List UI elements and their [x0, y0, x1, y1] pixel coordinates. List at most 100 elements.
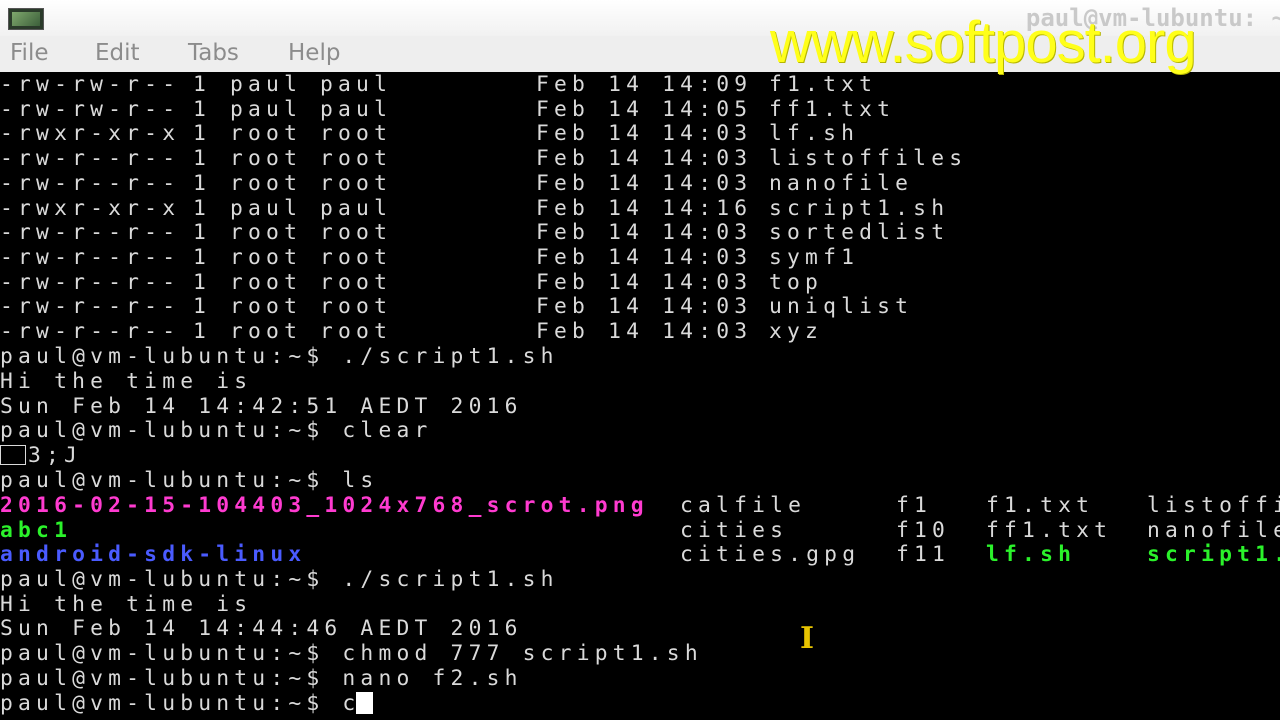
file-owner: root [230, 244, 303, 270]
file-permissions: -rw-r--r-- [0, 220, 181, 246]
current-input: paul@vm-lubuntu:~$ c [0, 691, 361, 716]
output-line: Hi the time is [0, 592, 253, 617]
file-date: Feb 14 14:03 [536, 294, 753, 320]
file-owner: root [230, 170, 303, 196]
file-name: lf.sh [769, 121, 860, 147]
ibeam-cursor-icon: I [800, 621, 815, 656]
file-date: Feb 14 14:03 [536, 121, 753, 147]
file-links: 1 [193, 170, 212, 196]
ls-entry: 2016-02-15-104403_1024x768_scrot.png [0, 493, 649, 518]
file-permissions: -rwxr-xr-x [0, 195, 181, 221]
ls-entry: cities [680, 518, 789, 543]
file-links: 1 [193, 72, 212, 97]
terminal-output[interactable]: -rw-rw-r--1paulpaul0Feb 14 14:09f1.txt-r… [0, 72, 1280, 720]
escape-residue-text: 3;J [28, 443, 83, 468]
file-group: paul [320, 72, 393, 97]
ls-entry: ff1.txt [986, 518, 1113, 543]
control-char-box-icon [0, 445, 26, 465]
menu-tabs[interactable]: Tabs [188, 40, 239, 66]
file-group: paul [320, 96, 393, 122]
file-owner: root [230, 121, 303, 147]
file-permissions: -rw-r--r-- [0, 319, 181, 344]
output-line: Hi the time is [0, 369, 253, 394]
ls-entry: f1 [896, 493, 933, 518]
ls-entry: lf.sh [986, 542, 1077, 567]
ls-entry: nanofile [1147, 518, 1280, 543]
file-owner: root [230, 294, 303, 320]
file-owner: root [230, 146, 303, 172]
file-group: root [320, 319, 393, 344]
file-name: xyz [769, 319, 824, 344]
ls-entry: android-sdk-linux [0, 542, 307, 567]
file-links: 1 [193, 294, 212, 320]
input-line[interactable]: paul@vm-lubuntu:~$ c [0, 691, 374, 716]
file-owner: paul [230, 195, 303, 221]
file-group: paul [320, 195, 393, 221]
file-links: 1 [193, 121, 212, 147]
output-line: Sun Feb 14 14:44:46 AEDT 2016 [0, 616, 523, 641]
file-name: f1.txt [769, 72, 878, 97]
file-name: nanofile [769, 170, 914, 196]
file-owner: root [230, 269, 303, 295]
terminal-window: paul@vm-lubuntu: ~ File Edit Tabs Help w… [0, 0, 1280, 720]
file-date: Feb 14 14:03 [536, 244, 753, 270]
file-group: root [320, 244, 393, 270]
file-date: Feb 14 14:03 [536, 319, 753, 344]
menu-file[interactable]: File [10, 40, 49, 66]
file-permissions: -rw-r--r-- [0, 146, 181, 172]
file-name: symf1 [769, 244, 860, 270]
ls-entry: calfile [680, 493, 807, 518]
file-links: 1 [193, 269, 212, 295]
command-line: paul@vm-lubuntu:~$ ./script1.sh [0, 567, 559, 592]
file-permissions: -rw-r--r-- [0, 269, 181, 295]
text-cursor [356, 692, 374, 714]
terminal-app-icon [8, 8, 44, 30]
command-line: paul@vm-lubuntu:~$ chmod 777 script1.sh [0, 641, 703, 666]
file-group: root [320, 170, 393, 196]
file-owner: paul [230, 72, 303, 97]
file-date: Feb 14 14:05 [536, 96, 753, 122]
file-name: ff1.txt [769, 96, 896, 122]
file-permissions: -rw-rw-r-- [0, 72, 181, 97]
menu-help[interactable]: Help [288, 40, 340, 66]
ls-entry: cities.gpg [680, 542, 861, 567]
menu-edit[interactable]: Edit [95, 40, 140, 66]
file-date: Feb 14 14:03 [536, 170, 753, 196]
file-links: 1 [193, 244, 212, 270]
ls-entry: f1.txt [986, 493, 1095, 518]
file-date: Feb 14 14:03 [536, 220, 753, 246]
file-name: sortedlist [769, 220, 950, 246]
escape-residue-line: 3;J [0, 443, 82, 468]
softpost-watermark: www.softpost.org [770, 10, 1197, 75]
file-group: root [320, 269, 393, 295]
file-name: script1.sh [769, 195, 950, 221]
file-links: 1 [193, 319, 212, 344]
ls-entry: f10 [896, 518, 951, 543]
file-links: 1 [193, 195, 212, 221]
file-date: Feb 14 14:03 [536, 146, 753, 172]
file-name: listoffiles [769, 146, 968, 172]
file-group: root [320, 146, 393, 172]
output-line: Sun Feb 14 14:42:51 AEDT 2016 [0, 394, 523, 419]
file-name: top [769, 269, 824, 295]
file-group: root [320, 294, 393, 320]
file-group: root [320, 220, 393, 246]
file-links: 1 [193, 96, 212, 122]
file-group: root [320, 121, 393, 147]
command-line: paul@vm-lubuntu:~$ ./script1.sh [0, 344, 559, 369]
ls-entry: listoffi [1147, 493, 1280, 518]
file-date: Feb 14 14:16 [536, 195, 753, 221]
file-name: uniqlist [769, 294, 914, 320]
file-links: 1 [193, 146, 212, 172]
file-owner: paul [230, 96, 303, 122]
file-permissions: -rw-rw-r-- [0, 96, 181, 122]
file-permissions: -rw-r--r-- [0, 170, 181, 196]
file-permissions: -rwxr-xr-x [0, 121, 181, 147]
command-line: paul@vm-lubuntu:~$ clear [0, 418, 433, 443]
file-links: 1 [193, 220, 212, 246]
command-line: paul@vm-lubuntu:~$ nano f2.sh [0, 666, 523, 691]
command-line: paul@vm-lubuntu:~$ ls [0, 468, 379, 493]
file-date: Feb 14 14:09 [536, 72, 753, 97]
ls-entry: abc1 [0, 518, 73, 543]
ls-entry: f11 [896, 542, 951, 567]
